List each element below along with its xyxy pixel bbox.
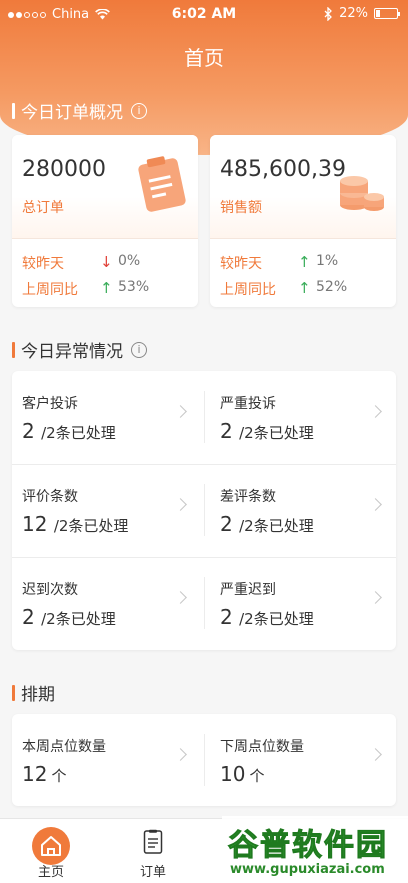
battery-icon — [374, 8, 400, 19]
anomaly-label: 差评条数 — [220, 489, 276, 505]
chevron-right-icon — [174, 591, 187, 604]
chevron-right-icon — [174, 405, 187, 418]
anomaly-value: 2 /2条已处理 — [220, 512, 314, 536]
anomaly-bad-reviews[interactable]: 差评条数 2 /2条已处理 — [220, 486, 382, 536]
today-orders-heading: 今日订单概况 i — [12, 98, 147, 123]
chevron-right-icon — [369, 591, 382, 604]
arrow-up-icon: ↑ — [100, 279, 113, 297]
arrow-down-icon: ↓ — [100, 253, 113, 271]
schedule-value: 10 个 — [220, 762, 265, 786]
info-icon[interactable]: i — [131, 341, 147, 358]
schedule-card: 本周点位数量 12 个 下周点位数量 10 个 — [12, 714, 396, 806]
watermark-title: 谷普软件园 — [228, 828, 388, 864]
battery-percent: 22% — [339, 6, 368, 21]
tab-orders-label: 订单 — [139, 865, 166, 880]
page-title: 首页 — [184, 46, 224, 70]
chevron-right-icon — [174, 748, 187, 761]
total-orders-label: 总订单 — [22, 200, 64, 216]
anomaly-value: 12 /2条已处理 — [22, 512, 129, 536]
anomaly-serious-late[interactable]: 严重迟到 2 /2条已处理 — [220, 579, 382, 629]
anomalies-card: 客户投诉 2 /2条已处理 严重投诉 2 /2条已处理 评价条数 12 /2条已… — [12, 371, 396, 650]
anomaly-value: 2 /2条已处理 — [220, 419, 314, 443]
tab-orders[interactable]: 订单 — [102, 819, 204, 883]
anomaly-customer-complaints[interactable]: 客户投诉 2 /2条已处理 — [22, 393, 187, 443]
schedule-this-week[interactable]: 本周点位数量 12 个 — [22, 736, 187, 786]
chevron-right-icon — [174, 498, 187, 511]
home-icon — [32, 827, 70, 865]
schedule-heading: 排期 — [12, 680, 55, 705]
anomaly-label: 评价条数 — [22, 489, 78, 505]
anomaly-label: 严重迟到 — [220, 582, 276, 598]
watermark-url: www.gupuxiazai.com — [230, 862, 385, 877]
heading-marker — [12, 341, 15, 358]
schedule-value: 12 个 — [22, 762, 67, 786]
sales-card[interactable]: 485,600,39 销售额 较昨天 ↑ 1% 上周同比 ↑ 52% — [210, 135, 396, 307]
clipboard-icon — [138, 156, 186, 212]
sales-label: 销售额 — [220, 200, 262, 216]
schedule-label: 本周点位数量 — [22, 739, 106, 755]
tab-home-label: 主页 — [37, 865, 64, 880]
info-icon[interactable]: i — [131, 102, 147, 119]
vs-yesterday-value: 0% — [118, 253, 141, 269]
battery-group: 22% — [324, 6, 400, 21]
chevron-right-icon — [369, 498, 382, 511]
anomalies-title: 今日异常情况 — [21, 342, 123, 362]
chevron-right-icon — [369, 748, 382, 761]
arrow-up-icon: ↑ — [298, 279, 311, 297]
anomaly-value: 2 /2条已处理 — [22, 419, 116, 443]
vs-lastweek-label: 上周同比 — [220, 282, 276, 298]
schedule-next-week[interactable]: 下周点位数量 10 个 — [220, 736, 382, 786]
vs-lastweek-value: 53% — [118, 279, 150, 295]
vs-lastweek-label: 上周同比 — [22, 282, 78, 298]
vs-yesterday-value: 1% — [316, 253, 339, 269]
anomalies-heading: 今日异常情况 i — [12, 337, 147, 362]
status-bar: China 6:02 AM 22% — [0, 0, 408, 30]
vs-yesterday-label: 较昨天 — [220, 256, 262, 272]
anomaly-value: 2 /2条已处理 — [22, 605, 116, 629]
bluetooth-icon — [324, 6, 333, 21]
coins-icon — [340, 176, 384, 211]
sales-value: 485,600,39 — [220, 157, 346, 182]
total-orders-card[interactable]: 280000 总订单 较昨天 ↓ 0% 上周同比 ↑ 53% — [12, 135, 198, 307]
anomaly-reviews[interactable]: 评价条数 12 /2条已处理 — [22, 486, 187, 536]
anomaly-label: 严重投诉 — [220, 396, 276, 412]
total-orders-value: 280000 — [22, 157, 106, 182]
anomaly-late[interactable]: 迟到次数 2 /2条已处理 — [22, 579, 187, 629]
anomaly-label: 迟到次数 — [22, 582, 78, 598]
document-icon — [143, 829, 163, 854]
tab-home[interactable]: 主页 — [0, 819, 102, 883]
anomaly-value: 2 /2条已处理 — [220, 605, 314, 629]
vs-yesterday-label: 较昨天 — [22, 256, 64, 272]
schedule-title: 排期 — [21, 685, 55, 705]
heading-marker — [12, 684, 15, 701]
heading-marker — [12, 102, 15, 119]
chevron-right-icon — [369, 405, 382, 418]
arrow-up-icon: ↑ — [298, 253, 311, 271]
anomaly-label: 客户投诉 — [22, 396, 78, 412]
today-orders-title: 今日订单概况 — [21, 103, 123, 123]
schedule-label: 下周点位数量 — [220, 739, 304, 755]
vs-lastweek-value: 52% — [316, 279, 348, 295]
anomaly-serious-complaints[interactable]: 严重投诉 2 /2条已处理 — [220, 393, 382, 443]
watermark: 谷普软件园 www.gupuxiazai.com — [222, 816, 408, 883]
